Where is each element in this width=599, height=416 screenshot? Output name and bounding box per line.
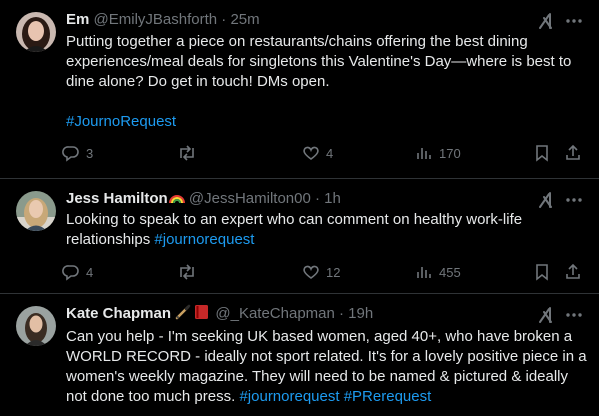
- grok-icon[interactable]: [537, 191, 555, 209]
- heart-icon: [303, 146, 319, 160]
- hashtag-link[interactable]: #JournoRequest: [66, 113, 176, 130]
- avatar[interactable]: [16, 191, 56, 231]
- views-button[interactable]: 455: [415, 261, 461, 283]
- retweet-button[interactable]: [177, 142, 203, 164]
- author-handle[interactable]: @EmilyJBashforth: [94, 11, 218, 28]
- view-count: 170: [439, 145, 461, 161]
- tweet-actions: 3 4 170: [62, 142, 584, 164]
- like-count: 4: [326, 145, 334, 161]
- reply-count: 3: [86, 145, 94, 161]
- author-handle[interactable]: @_KateChapman: [215, 305, 334, 322]
- hashtag-link[interactable]: #journorequest: [239, 388, 339, 405]
- grok-icon[interactable]: [537, 12, 555, 30]
- reply-button[interactable]: 4: [62, 261, 93, 283]
- avatar[interactable]: [16, 306, 56, 346]
- share-button[interactable]: [564, 142, 582, 164]
- bookmark-button[interactable]: [533, 142, 551, 164]
- view-count: 455: [439, 264, 461, 280]
- bookmark-button[interactable]: [533, 261, 551, 283]
- bookmark-icon: [536, 145, 548, 162]
- author-handle[interactable]: @JessHamilton00: [189, 190, 311, 207]
- tweet-time[interactable]: · 25m: [221, 11, 259, 28]
- retweet-icon: [180, 264, 194, 280]
- author-name[interactable]: Jess Hamilton: [66, 190, 168, 207]
- rainbow-emoji: [168, 195, 185, 204]
- tweet-text-content: Putting together a piece on restaurants/…: [66, 33, 572, 90]
- avatar[interactable]: [16, 12, 56, 52]
- hashtag-link[interactable]: #journorequest: [154, 231, 254, 248]
- reply-button[interactable]: 3: [62, 142, 93, 164]
- bookmark-icon: [536, 264, 548, 281]
- more-options-icon[interactable]: [563, 12, 585, 30]
- tweet-text-content: Looking to speak to an expert who can co…: [66, 211, 523, 248]
- share-button[interactable]: [564, 261, 582, 283]
- retweet-button[interactable]: [177, 261, 203, 283]
- author-name[interactable]: Em: [66, 11, 89, 28]
- tweet-actions: 4 12 455: [62, 261, 584, 283]
- grok-icon[interactable]: [537, 306, 555, 324]
- tweet-time[interactable]: · 19h: [339, 305, 373, 322]
- tweet-text: Looking to speak to an expert who can co…: [66, 210, 588, 250]
- tweet-1[interactable]: Em @EmilyJBashforth · 25m Putting togeth…: [0, 0, 599, 178]
- reply-icon: [62, 265, 79, 281]
- author-name[interactable]: Kate Chapman: [66, 305, 171, 322]
- tweet-2[interactable]: Jess Hamilton @JessHamilton00 · 1h Looki…: [0, 179, 599, 292]
- tweet-time[interactable]: · 1h: [315, 190, 341, 207]
- reply-icon: [62, 146, 79, 162]
- more-options-icon[interactable]: [563, 306, 585, 324]
- more-options-icon[interactable]: [563, 191, 585, 209]
- retweet-icon: [180, 145, 194, 161]
- views-icon: [417, 148, 431, 159]
- share-icon: [566, 263, 580, 279]
- pen-and-book-emoji: [175, 304, 209, 320]
- views-icon: [417, 267, 431, 278]
- like-count: 12: [326, 264, 341, 280]
- share-icon: [566, 144, 580, 160]
- tweet-3[interactable]: Kate Chapman @_KateChapman · 19h Can you…: [0, 294, 599, 416]
- views-button[interactable]: 170: [415, 142, 461, 164]
- heart-icon: [303, 265, 319, 279]
- tweet-text: Can you help - I'm seeking UK based wome…: [66, 327, 588, 407]
- hashtag-link[interactable]: #PRerequest: [344, 388, 432, 405]
- tweet-text: Putting together a piece on restaurants/…: [66, 32, 588, 132]
- like-button[interactable]: 4: [302, 142, 333, 164]
- reply-count: 4: [86, 264, 94, 280]
- like-button[interactable]: 12: [302, 261, 340, 283]
